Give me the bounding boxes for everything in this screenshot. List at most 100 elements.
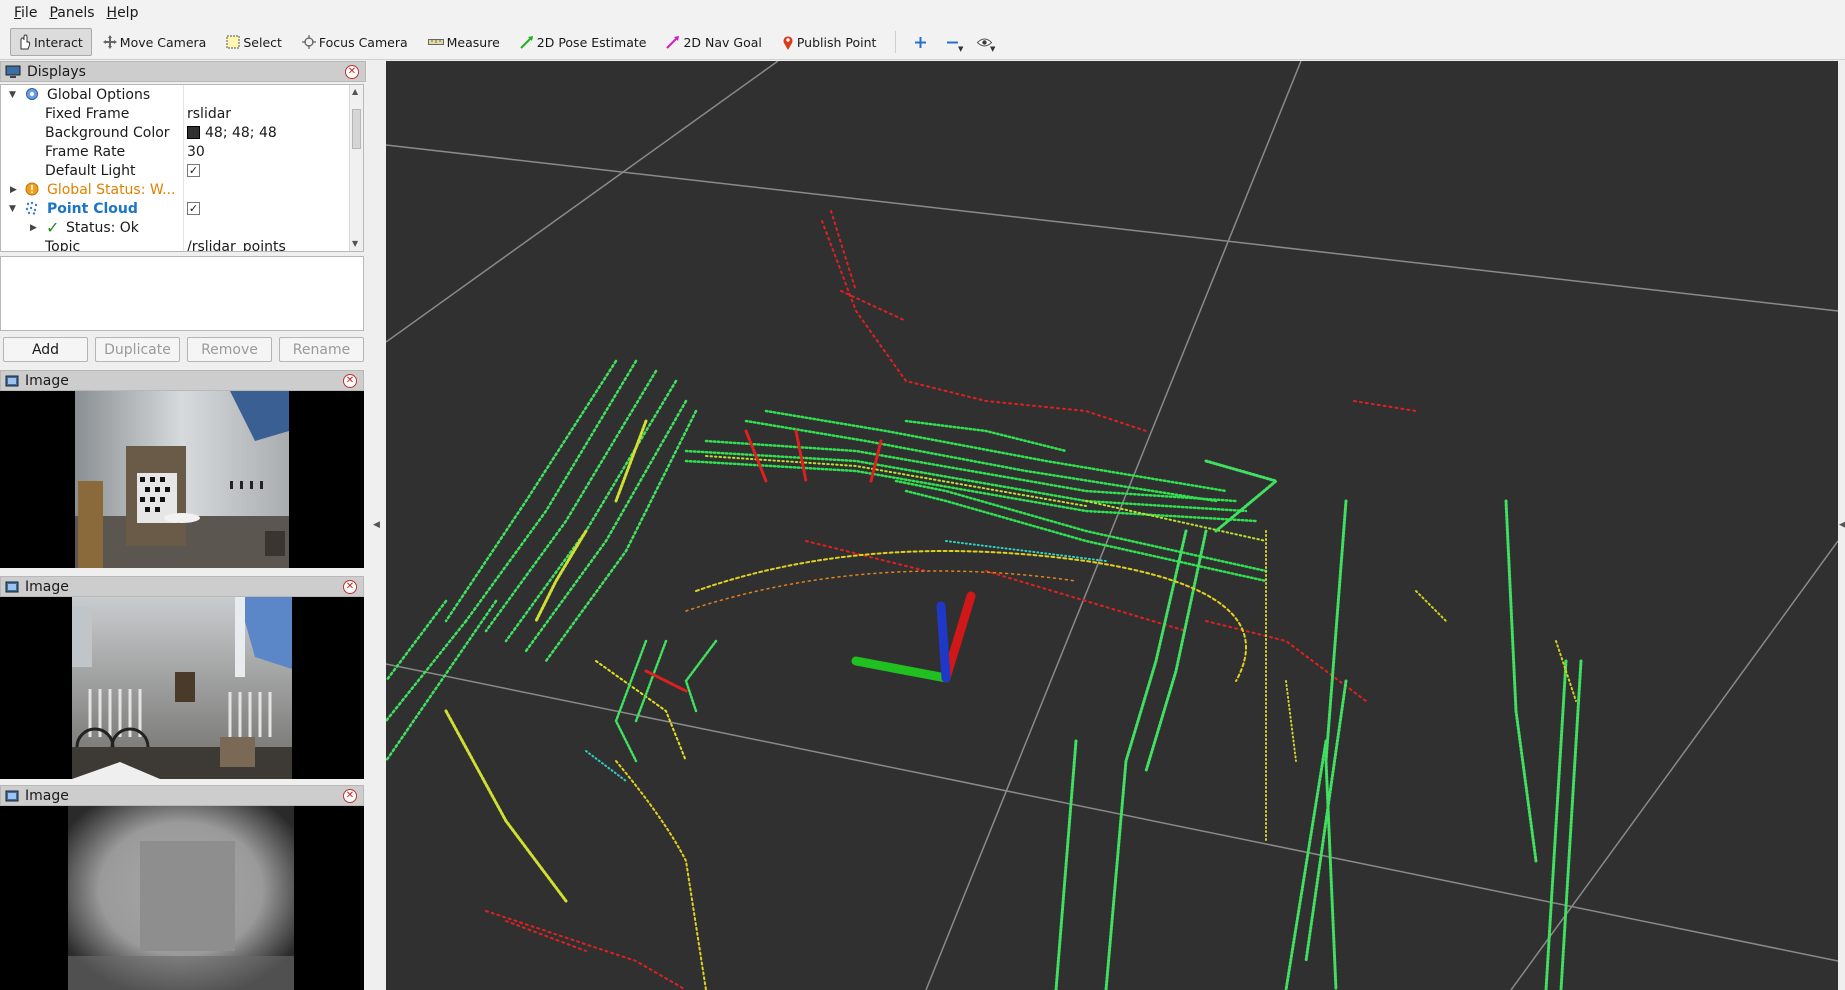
move-camera-label: Move Camera: [119, 34, 207, 50]
menu-help-mnemonic: H: [106, 4, 118, 21]
property-description-box: [0, 256, 364, 331]
camera-image-2: [0, 597, 364, 779]
left-splitter-arrow[interactable]: ◀: [373, 520, 380, 530]
point-cloud-label: Point Cloud: [47, 200, 138, 217]
background-color-label: Background Color: [45, 124, 170, 141]
pose-estimate-tool[interactable]: 2D Pose Estimate: [513, 28, 656, 56]
expand-right-icon[interactable]: ▶: [10, 185, 17, 195]
focus-camera-tool[interactable]: Focus Camera: [295, 28, 417, 56]
display-tree-scrollbar[interactable]: ▲ ▼: [349, 85, 363, 251]
global-options-label: Global Options: [47, 86, 151, 103]
topic-value[interactable]: /rslidar_points: [187, 239, 286, 252]
background-color-value: 48; 48; 48: [205, 124, 277, 141]
tree-row-point-cloud[interactable]: ▼ Point Cloud ✓: [1, 199, 351, 218]
color-swatch: [187, 126, 200, 139]
toolbar: Interact Move Camera Select Focus Camera…: [0, 25, 1845, 60]
expand-down-icon[interactable]: ▼: [9, 204, 16, 214]
ruler-icon: [427, 39, 444, 45]
toolbar-separator: [895, 31, 897, 53]
menu-file-rest: ile: [21, 4, 38, 21]
point-cloud-scene: [386, 61, 1838, 990]
measure-label: Measure: [446, 34, 500, 50]
ground-grid: [386, 61, 1838, 990]
nav-goal-tool[interactable]: 2D Nav Goal: [659, 28, 770, 56]
close-icon: ✕: [345, 790, 355, 801]
expand-right-icon[interactable]: ▶: [30, 223, 37, 233]
image-panel-1: Image ✕: [0, 370, 364, 568]
point-cloud-checkbox[interactable]: ✓: [187, 202, 200, 215]
duplicate-button[interactable]: Duplicate: [95, 337, 180, 362]
image-panel-3: Image ✕: [0, 785, 364, 990]
image-panel-2-close-button[interactable]: ✕: [343, 580, 357, 594]
select-tool[interactable]: Select: [219, 28, 291, 56]
remove-button[interactable]: Remove: [187, 337, 272, 362]
tree-row-global-status[interactable]: ▶ Global Status: W...: [1, 180, 351, 199]
add-tool-button[interactable]: [906, 28, 934, 56]
image-panel-icon: [5, 790, 19, 801]
select-label: Select: [243, 34, 282, 50]
display-tree[interactable]: ▼ Global Options Fixed Frame rslidar Bac…: [0, 84, 364, 252]
menu-help[interactable]: Help: [101, 5, 145, 21]
menu-panels-rest: anels: [57, 4, 95, 21]
plus-icon: [914, 36, 926, 48]
tree-row-global-options[interactable]: ▼ Global Options: [1, 85, 351, 104]
rename-button[interactable]: Rename: [279, 337, 364, 362]
remove-tool-button[interactable]: ▼: [938, 28, 966, 56]
menu-file[interactable]: File: [8, 5, 43, 21]
checkmark-icon: ✓: [46, 218, 60, 237]
magenta-arrow-icon: [666, 36, 680, 49]
point-cloud-icon: [25, 201, 38, 215]
origin-axes: [851, 591, 976, 683]
expand-down-icon[interactable]: ▼: [9, 90, 16, 100]
focus-camera-label: Focus Camera: [318, 34, 408, 50]
measure-tool[interactable]: Measure: [421, 28, 509, 56]
scrollbar-thumb[interactable]: [352, 109, 361, 149]
image-panel-1-close-button[interactable]: ✕: [343, 374, 357, 388]
fixed-frame-value[interactable]: rslidar: [187, 106, 231, 122]
add-button[interactable]: Add: [3, 337, 88, 362]
chevron-down-icon: ▼: [990, 45, 996, 53]
displays-panel: Displays ✕ ▼ Global Options Fixed Frame …: [0, 61, 366, 362]
select-box-icon: [226, 35, 240, 49]
menu-panels[interactable]: Panels: [43, 5, 100, 21]
right-splitter-arrow[interactable]: ◀: [1839, 520, 1845, 530]
interact-tool[interactable]: Interact: [10, 28, 92, 56]
default-light-checkbox[interactable]: ✓: [187, 164, 200, 177]
display-buttons: Add Duplicate Remove Rename: [3, 337, 364, 362]
menubar: File Panels Help: [0, 0, 1845, 25]
global-status-label: Global Status: W...: [47, 181, 176, 198]
frame-rate-value[interactable]: 30: [187, 144, 205, 160]
close-icon: ✕: [345, 375, 355, 386]
monitor-icon: [5, 65, 21, 78]
render-viewport[interactable]: [386, 61, 1838, 990]
displays-title-bar: Displays ✕: [0, 61, 366, 82]
warning-icon: [25, 182, 39, 196]
tree-row-frame-rate[interactable]: Frame Rate 30: [1, 142, 351, 161]
scroll-up-icon[interactable]: ▲: [352, 87, 358, 96]
hand-pointer-icon: [20, 34, 31, 50]
image-panel-1-title: Image: [25, 372, 69, 389]
tree-row-fixed-frame[interactable]: Fixed Frame rslidar: [1, 104, 351, 123]
interact-label: Interact: [34, 34, 83, 50]
map-pin-icon: [783, 35, 793, 50]
view-options-button[interactable]: ▼: [970, 28, 998, 56]
close-icon: ✕: [347, 66, 357, 77]
move-camera-tool[interactable]: Move Camera: [96, 28, 216, 56]
fixed-frame-label: Fixed Frame: [45, 105, 130, 122]
tree-row-topic[interactable]: Topic /rslidar_points: [1, 237, 351, 252]
camera-image-3: [0, 806, 364, 990]
image-panel-3-close-button[interactable]: ✕: [343, 789, 357, 803]
close-icon: ✕: [345, 581, 355, 592]
tree-row-status-ok[interactable]: ▶ ✓ Status: Ok: [1, 218, 351, 237]
displays-close-button[interactable]: ✕: [345, 65, 359, 79]
image-panel-icon: [5, 375, 19, 386]
tree-row-background-color[interactable]: Background Color 48; 48; 48: [1, 123, 351, 142]
image-panel-1-title-bar: Image ✕: [0, 370, 364, 391]
publish-point-label: Publish Point: [796, 34, 877, 50]
menu-help-rest: elp: [117, 4, 139, 21]
scroll-down-icon[interactable]: ▼: [352, 239, 358, 248]
green-arrow-icon: [520, 36, 533, 49]
publish-point-tool[interactable]: Publish Point: [775, 28, 886, 56]
background-color-value-cell[interactable]: 48; 48; 48: [187, 125, 277, 141]
tree-row-default-light[interactable]: Default Light ✓: [1, 161, 351, 180]
